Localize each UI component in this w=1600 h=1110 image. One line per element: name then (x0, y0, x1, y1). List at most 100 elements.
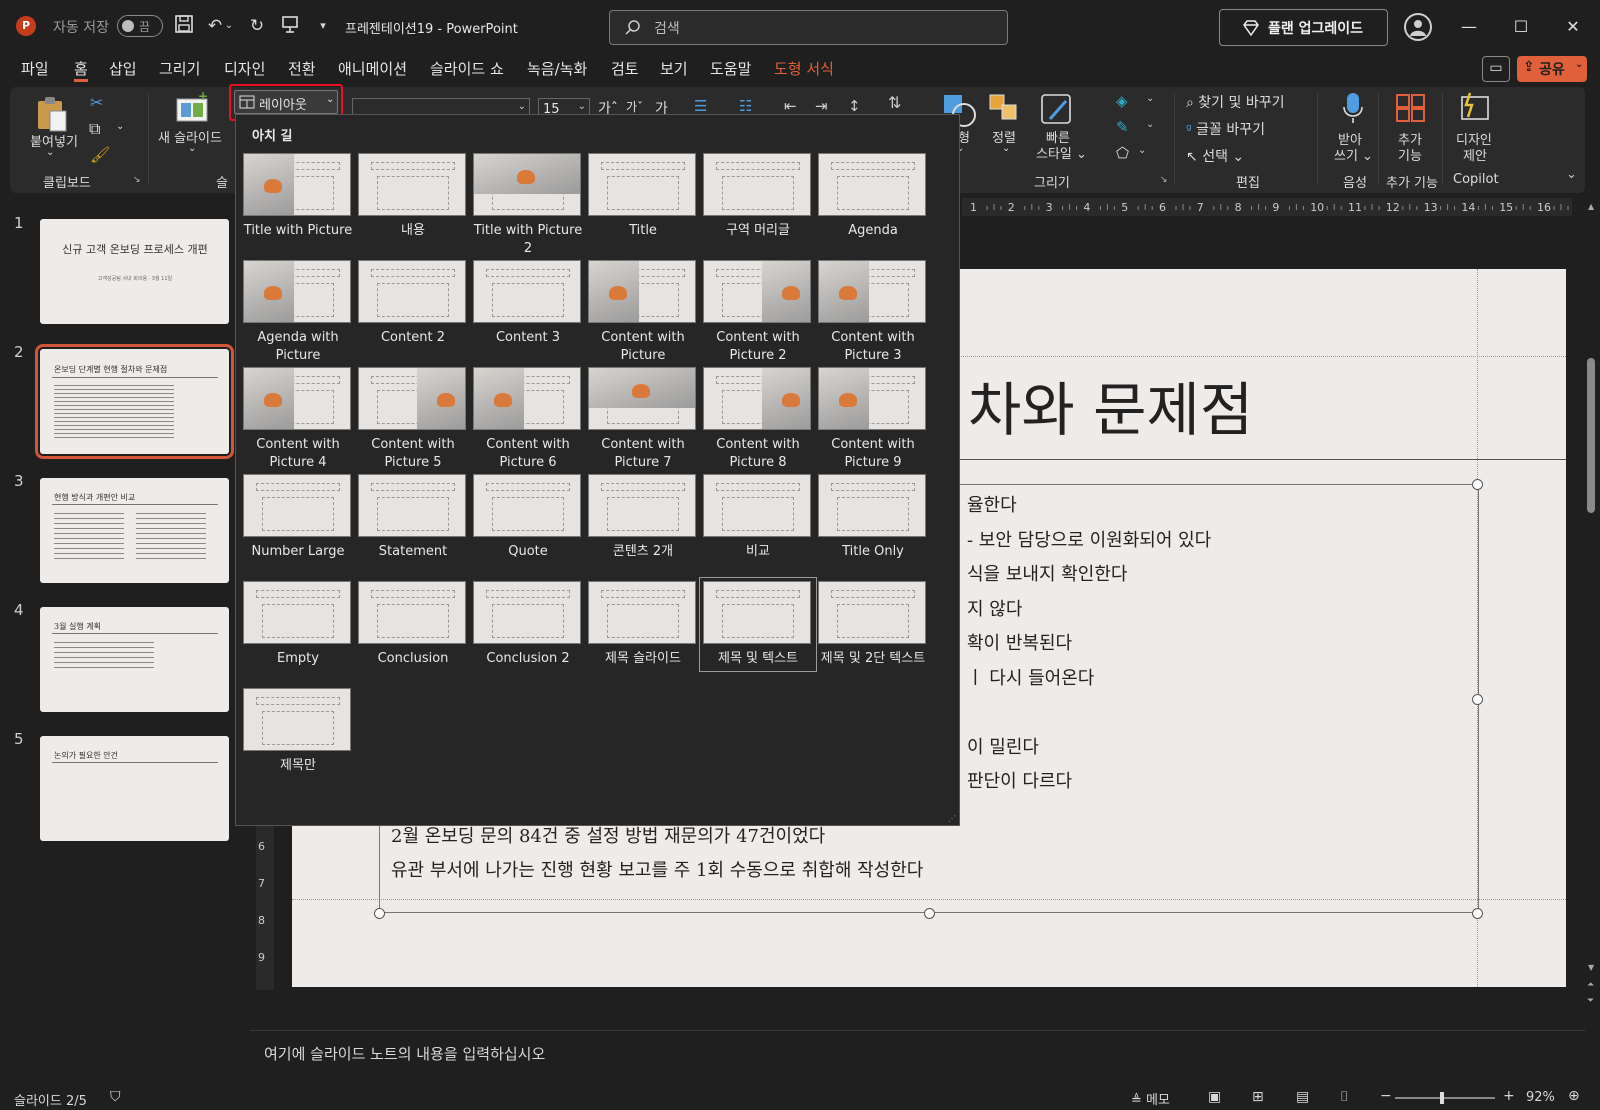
shape-outline-dropdown-icon[interactable]: ⌄ (1146, 119, 1154, 130)
layout-option[interactable]: Content with Picture 2 (703, 260, 813, 365)
layout-option[interactable]: Title with Picture 2 (473, 153, 583, 258)
layout-option[interactable]: 제목 및 텍스트 (699, 577, 817, 672)
resize-handle[interactable] (1472, 479, 1483, 490)
normal-view-icon[interactable]: ▣ (1208, 1089, 1221, 1105)
shape-fill-dropdown-icon[interactable]: ⌄ (1146, 93, 1154, 104)
addins-icon[interactable] (1395, 93, 1427, 123)
layout-option[interactable]: Content 3 (473, 260, 583, 347)
layout-option[interactable]: Content with Picture 8 (703, 367, 813, 472)
layout-option[interactable]: 내용 (358, 153, 468, 240)
resize-handle[interactable] (374, 908, 385, 919)
paste-icon[interactable] (34, 95, 70, 133)
accessibility-icon[interactable]: ⛉ (110, 1089, 121, 1105)
scroll-up-icon[interactable]: ▲ (1588, 202, 1594, 211)
layout-option[interactable]: 콘텐츠 2개 (588, 474, 698, 561)
tab-help[interactable]: 도움말 (710, 58, 751, 82)
format-painter-icon[interactable]: 🖌 (90, 145, 110, 164)
tab-home[interactable]: 홈 (74, 58, 88, 82)
arrange-icon[interactable] (988, 93, 1020, 127)
resize-handle[interactable] (924, 908, 935, 919)
microphone-icon[interactable] (1342, 91, 1364, 125)
layout-option[interactable]: Number Large (243, 474, 353, 561)
upgrade-button[interactable]: 플랜 업그레이드 (1219, 9, 1388, 46)
layout-option[interactable]: Content with Picture 7 (588, 367, 698, 472)
layout-option[interactable]: 구역 머리글 (703, 153, 813, 240)
layout-option[interactable]: Empty (243, 581, 353, 668)
slide-thumbnail-2[interactable]: 온보딩 단계별 현행 절차와 문제점 (35, 344, 234, 459)
decrease-indent-icon[interactable]: ⇤ (784, 97, 797, 115)
slide-thumbnail-4[interactable]: 3월 실행 계획 (40, 607, 229, 712)
bullet-line[interactable]: 유관 부서에 나가는 진행 현황 보고를 주 1회 수동으로 취합해 작성한다 (391, 856, 923, 882)
designer-icon[interactable] (1458, 91, 1492, 123)
quick-styles-label-2[interactable]: 스타일 ⌄ (1036, 143, 1087, 162)
share-button[interactable]: ⇪ 공유 ⌄ (1517, 56, 1587, 82)
slideshow-view-icon[interactable]: ⌷ (1340, 1089, 1348, 1105)
shape-effects-icon[interactable]: ⬠ (1116, 144, 1129, 162)
presenter-icon[interactable] (278, 14, 302, 38)
addins-label-2[interactable]: 기능 (1398, 145, 1422, 164)
select-button[interactable]: ↖ 선택 ⌄ (1186, 146, 1244, 166)
comments-icon[interactable]: ▭ (1482, 56, 1510, 82)
layout-option[interactable]: Title with Picture (243, 153, 353, 240)
draw-launcher-icon[interactable]: ↘ (1160, 175, 1168, 185)
tab-slideshow[interactable]: 슬라이드 쇼 (430, 58, 504, 82)
resize-grip-icon[interactable]: ⋰ (948, 814, 956, 823)
tab-draw[interactable]: 그리기 (159, 58, 200, 82)
layout-option[interactable]: 비교 (703, 474, 813, 561)
next-slide-icon[interactable]: ⏷ (1587, 996, 1594, 1006)
fit-to-window-icon[interactable]: ⊕ (1568, 1088, 1580, 1104)
prev-slide-icon[interactable]: ⏶ (1587, 980, 1594, 990)
increase-indent-icon[interactable]: ⇥ (815, 97, 828, 115)
paste-dropdown-icon[interactable]: ⌄ (46, 147, 54, 158)
collapse-ribbon-icon[interactable]: ⌄ (1566, 167, 1577, 182)
vertical-scrollbar[interactable]: ▲ ▼ ⏶ ⏷ (1584, 198, 1598, 1018)
shape-outline-icon[interactable]: ✎ (1116, 118, 1129, 136)
tab-shape-format[interactable]: 도형 서식 (774, 58, 834, 82)
notes-pane[interactable]: 여기에 슬라이드 노트의 내용을 입력하십시오 (250, 1030, 1585, 1080)
redo-icon[interactable]: ↻ (245, 14, 269, 38)
decrease-font-icon[interactable]: 가ˇ (626, 98, 643, 115)
tab-view[interactable]: 보기 (660, 58, 688, 82)
minimize-icon[interactable]: — (1454, 14, 1484, 40)
tab-design[interactable]: 디자인 (224, 58, 265, 82)
bullets-icon[interactable]: ☰ (694, 97, 707, 115)
layout-option[interactable]: Content with Picture 4 (243, 367, 353, 472)
account-avatar-icon[interactable] (1404, 13, 1432, 41)
resize-handle[interactable] (1472, 908, 1483, 919)
search-box[interactable]: 검색 (609, 10, 1008, 45)
slide-thumbnail-3[interactable]: 현행 방식과 개편안 비교 (40, 478, 229, 583)
line-spacing-icon[interactable]: ↕ (848, 97, 861, 115)
layout-option[interactable]: Content with Picture 6 (473, 367, 583, 472)
designer-label-2[interactable]: 제안 (1463, 145, 1487, 164)
layout-option[interactable]: Agenda (818, 153, 928, 240)
new-slide-dropdown-icon[interactable]: ⌄ (188, 143, 196, 154)
zoom-slider-thumb[interactable] (1440, 1092, 1444, 1104)
reading-view-icon[interactable]: ▤ (1296, 1089, 1309, 1105)
layout-option[interactable]: 제목 슬라이드 (588, 581, 698, 668)
clipboard-launcher-icon[interactable]: ↘ (133, 175, 141, 185)
slide-thumbnail-1[interactable]: 신규 고객 온보딩 프로세스 개편 고객성공팀 사내 회의용 · 3월 11일 (40, 219, 229, 324)
layout-option[interactable]: Conclusion (358, 581, 468, 668)
layout-option[interactable]: Conclusion 2 (473, 581, 583, 668)
layout-option[interactable]: Content with Picture 3 (818, 260, 928, 365)
layout-option[interactable]: Content 2 (358, 260, 468, 347)
autosave-toggle[interactable]: 끔 (117, 15, 163, 37)
find-replace-button[interactable]: ⌕ 찾기 및 바꾸기 (1186, 92, 1284, 112)
layout-option[interactable]: Content with Picture 5 (358, 367, 468, 472)
cut-icon[interactable]: ✂ (90, 93, 103, 112)
copy-icon[interactable]: ⧉ (89, 119, 100, 139)
layout-option[interactable]: Agenda with Picture (243, 260, 353, 365)
layout-option[interactable]: Content with Picture (588, 260, 698, 365)
shape-fill-icon[interactable]: ◈ (1116, 92, 1128, 110)
layout-option[interactable]: Title (588, 153, 698, 240)
layout-option[interactable]: 제목 및 2단 텍스트 (818, 581, 928, 668)
tab-file[interactable]: 파일 (21, 58, 49, 82)
font-replace-button[interactable]: ᵍ 글꼴 바꾸기 (1186, 119, 1265, 139)
layout-option[interactable]: Content with Picture 9 (818, 367, 928, 472)
save-icon[interactable] (172, 14, 196, 38)
slide-sorter-icon[interactable]: ⊞ (1252, 1089, 1264, 1105)
quick-styles-icon[interactable] (1040, 93, 1074, 127)
dictate-label-2[interactable]: 쓰기 ⌄ (1334, 145, 1373, 164)
zoom-level[interactable]: 92% (1526, 1090, 1555, 1105)
layout-button[interactable]: 레이아웃 ⌄ (234, 90, 338, 114)
